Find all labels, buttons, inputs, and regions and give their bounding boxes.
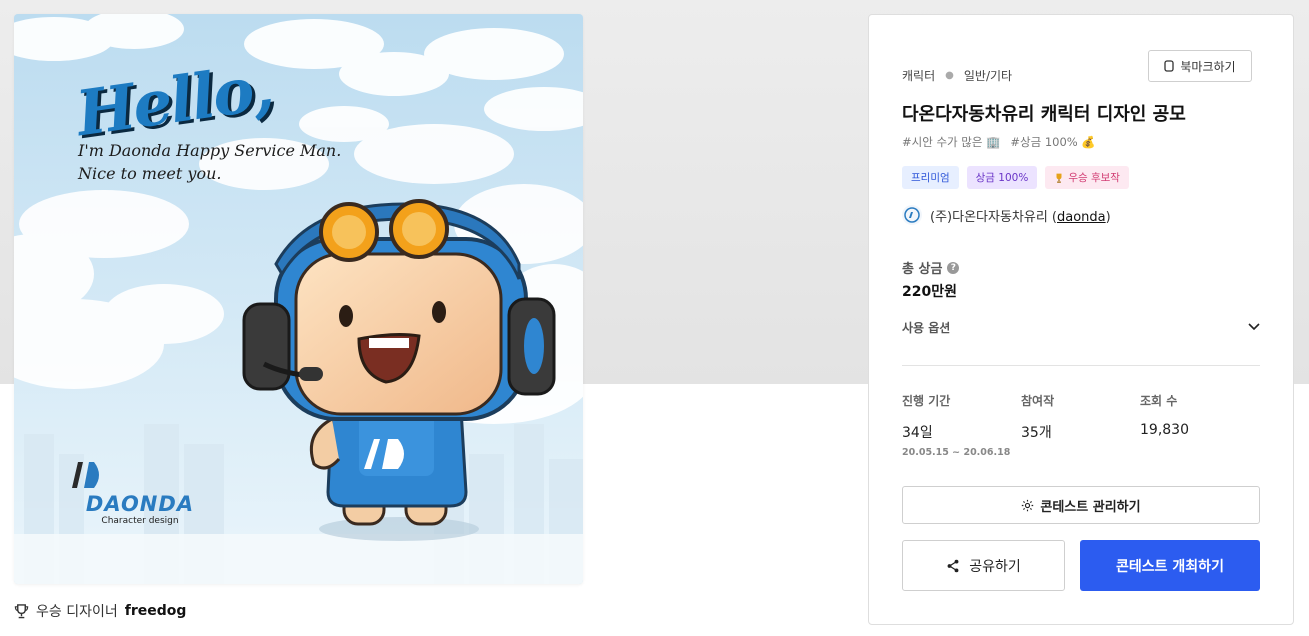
premium-badge: 프리미엄 xyxy=(902,166,959,189)
contest-info-panel: 캐릭터 ● 일반/기타 북마크하기 다온다자동차유리 캐릭터 디자인 공모 #시… xyxy=(868,14,1294,625)
winner-prefix: 우승 디자이너 xyxy=(36,604,118,620)
host-company: (주)다온다자동차유리 (daonda) xyxy=(902,205,1111,225)
prize-100-badge: 상금 100% xyxy=(966,166,1038,189)
host-avatar[interactable] xyxy=(902,205,922,225)
stat-views: 조회 수 19,830 xyxy=(1140,392,1189,438)
brand-subtitle: Character design xyxy=(101,516,179,526)
subcategory-label[interactable]: 일반/기타 xyxy=(964,67,1012,84)
brand-name: DAONDA xyxy=(85,492,195,516)
total-prize-label: 총 상금 ? xyxy=(902,258,960,277)
period-value: 34일 xyxy=(902,425,933,441)
breadcrumb-separator: ● xyxy=(945,70,954,81)
contest-main-image[interactable]: Hello, I'm Daonda Happy Service Man. Nic… xyxy=(14,14,583,584)
divider xyxy=(902,365,1260,366)
tag-full-prize[interactable]: #상금 100% 💰 xyxy=(1010,134,1095,150)
contest-tags: #시안 수가 많은 🏢 #상금 100% 💰 xyxy=(902,134,1096,150)
gear-icon xyxy=(1022,499,1034,511)
stat-period: 진행 기간 34일 20.05.15 ~ 20.06.18 xyxy=(902,392,1010,458)
winner-name[interactable]: freedog xyxy=(125,603,187,619)
trophy-icon xyxy=(14,603,29,618)
period-label: 진행 기간 xyxy=(902,394,951,408)
tag-many-drafts[interactable]: #시안 수가 많은 🏢 xyxy=(902,134,1000,150)
trophy-icon xyxy=(1056,173,1062,183)
chevron-down-icon xyxy=(1248,323,1260,331)
period-range: 20.05.15 ~ 20.06.18 xyxy=(902,447,1011,458)
host-name: (주)다온다자동차유리 ( xyxy=(930,209,1057,225)
stat-entries: 참여작 35개 xyxy=(1021,392,1054,442)
winner-candidate-label: 우승 후보작 xyxy=(1068,172,1120,184)
help-icon[interactable]: ? xyxy=(947,261,960,274)
hero-line-1: I'm Daonda Happy Service Man. xyxy=(78,141,342,160)
bookmark-button[interactable]: 북마크하기 xyxy=(1148,50,1252,82)
usage-options-label: 사용 옵션 xyxy=(902,320,951,335)
daonda-logo-icon xyxy=(72,462,99,488)
total-prize-text: 총 상금 xyxy=(902,262,943,277)
entries-value: 35개 xyxy=(1021,425,1052,441)
bookmark-icon xyxy=(1164,60,1175,72)
total-prize-value: 220만원 xyxy=(902,284,957,300)
share-icon xyxy=(947,559,959,572)
category-label[interactable]: 캐릭터 xyxy=(902,67,935,84)
hero-line-2: Nice to meet you. xyxy=(78,164,222,183)
contest-title: 다온다자동차유리 캐릭터 디자인 공모 xyxy=(902,104,1186,125)
entries-label: 참여작 xyxy=(1021,394,1055,408)
share-label: 공유하기 xyxy=(969,558,1021,575)
bookmark-label: 북마크하기 xyxy=(1180,59,1236,74)
category-breadcrumb: 캐릭터 ● 일반/기타 xyxy=(902,67,1012,84)
contest-badges: 프리미엄 상금 100% 우승 후보작 xyxy=(902,166,1129,189)
usage-options-toggle[interactable]: 사용 옵션 xyxy=(902,315,1260,339)
daonda-brand-logo: DAONDA Character design xyxy=(70,462,210,526)
share-button[interactable]: 공유하기 xyxy=(902,540,1065,591)
host-close-paren: ) xyxy=(1105,209,1111,225)
manage-contest-button[interactable]: 콘테스트 관리하기 xyxy=(902,486,1260,524)
host-logo-icon xyxy=(904,207,920,223)
host-id-link[interactable]: daonda xyxy=(1057,210,1106,225)
host-contest-button[interactable]: 콘테스트 개최하기 xyxy=(1080,540,1260,591)
views-label: 조회 수 xyxy=(1140,394,1178,408)
winner-candidate-badge: 우승 후보작 xyxy=(1045,166,1129,189)
views-value: 19,830 xyxy=(1140,422,1189,438)
manage-contest-label: 콘테스트 관리하기 xyxy=(1040,499,1141,515)
winner-designer: 우승 디자이너 freedog xyxy=(14,601,186,621)
